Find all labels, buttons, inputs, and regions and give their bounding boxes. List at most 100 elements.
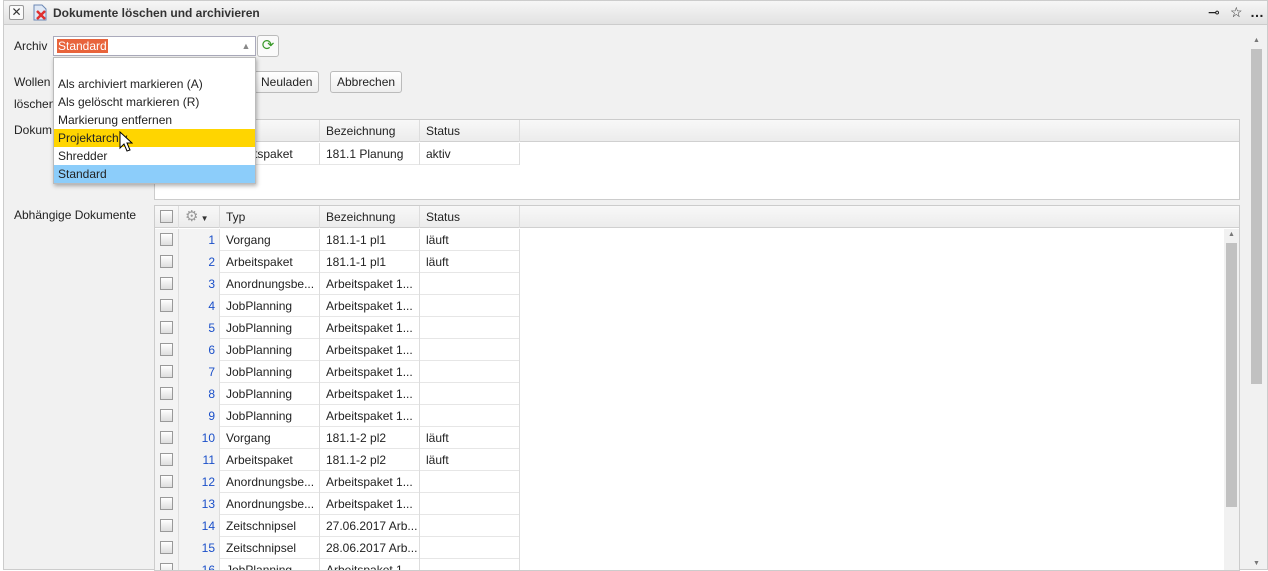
table-row[interactable]: 3 Anordnungsbe... Arbeitspaket 1...: [155, 273, 520, 295]
scroll-up-icon[interactable]: ▲: [1228, 231, 1235, 238]
table-row[interactable]: 1 Vorgang 181.1-1 pl1 läuft: [155, 229, 520, 251]
cell-typ: Anordnungsbe...: [220, 273, 320, 295]
header-bezeichnung[interactable]: Bezeichnung: [320, 120, 420, 142]
cancel-button[interactable]: Abbrechen: [330, 71, 403, 93]
dropdown-option[interactable]: Standard: [54, 165, 255, 183]
scrollbar-thumb[interactable]: [1226, 243, 1237, 507]
checkbox[interactable]: [160, 387, 173, 400]
archiv-value[interactable]: Standard: [57, 39, 108, 53]
checkbox[interactable]: [160, 343, 173, 356]
table-row[interactable]: 16 JobPlanning Arbeitspaket 1...: [155, 559, 520, 570]
dropdown-option[interactable]: Projektarchiv: [54, 129, 255, 147]
gear-icon: ⚙: [185, 208, 199, 225]
table-row[interactable]: 11 Arbeitspaket 181.1-2 pl2 läuft: [155, 449, 520, 471]
caret-down-icon: ▼: [198, 214, 209, 223]
table-row[interactable]: 2 Arbeitspaket 181.1-1 pl1 läuft: [155, 251, 520, 273]
cell-bezeichnung: Arbeitspaket 1...: [320, 383, 420, 405]
row-checkbox[interactable]: [155, 559, 179, 570]
row-checkbox[interactable]: [155, 383, 179, 405]
row-number: 7: [179, 361, 220, 383]
cell-status: [420, 405, 520, 427]
cell-status: läuft: [420, 449, 520, 471]
header-status[interactable]: Status: [420, 206, 520, 228]
cell-bezeichnung: 181.1-1 pl1: [320, 229, 420, 251]
header-typ[interactable]: Typ: [220, 206, 320, 228]
checkbox[interactable]: [160, 365, 173, 378]
checkbox[interactable]: [160, 299, 173, 312]
checkbox[interactable]: [160, 409, 173, 422]
star-icon[interactable]: ☆: [1230, 4, 1243, 21]
row-checkbox[interactable]: [155, 471, 179, 493]
row-checkbox[interactable]: [155, 251, 179, 273]
checkbox[interactable]: [160, 255, 173, 268]
cell-typ: Anordnungsbe...: [220, 493, 320, 515]
row-checkbox[interactable]: [155, 427, 179, 449]
header-status[interactable]: Status: [420, 120, 520, 142]
dropdown-option[interactable]: Markierung entfernen: [54, 111, 255, 129]
reload-button[interactable]: Neuladen: [254, 71, 320, 93]
column-settings-menu[interactable]: ⚙ ▼: [179, 206, 220, 228]
scrollbar-thumb[interactable]: [1251, 49, 1262, 384]
row-checkbox[interactable]: [155, 317, 179, 339]
row-checkbox[interactable]: [155, 493, 179, 515]
question-text-2: löschen: [14, 97, 56, 111]
table-row[interactable]: 10 Vorgang 181.1-2 pl2 läuft: [155, 427, 520, 449]
header-select-all[interactable]: [155, 206, 179, 228]
row-checkbox[interactable]: [155, 449, 179, 471]
checkbox[interactable]: [160, 431, 173, 444]
checkbox[interactable]: [160, 541, 173, 554]
archiv-combobox[interactable]: Standard ▲: [53, 36, 256, 56]
scroll-up-icon[interactable]: ▲: [1253, 37, 1260, 44]
header-bezeichnung[interactable]: Bezeichnung: [320, 206, 420, 228]
row-checkbox[interactable]: [155, 405, 179, 427]
checkbox[interactable]: [160, 453, 173, 466]
more-icon[interactable]: …: [1250, 4, 1264, 20]
checkbox[interactable]: [160, 321, 173, 334]
row-checkbox[interactable]: [155, 361, 179, 383]
close-button[interactable]: ✕: [9, 5, 24, 20]
table-row[interactable]: 12 Anordnungsbe... Arbeitspaket 1...: [155, 471, 520, 493]
table-row[interactable]: 6 JobPlanning Arbeitspaket 1...: [155, 339, 520, 361]
table-row[interactable]: 15 Zeitschnipsel 28.06.2017 Arb...: [155, 537, 520, 559]
table-row[interactable]: 8 JobPlanning Arbeitspaket 1...: [155, 383, 520, 405]
refresh-button[interactable]: ⟳: [257, 35, 279, 57]
table-row[interactable]: 9 JobPlanning Arbeitspaket 1...: [155, 405, 520, 427]
cell-status: [420, 471, 520, 493]
row-checkbox[interactable]: [155, 339, 179, 361]
table-row[interactable]: 4 JobPlanning Arbeitspaket 1...: [155, 295, 520, 317]
select-all-checkbox[interactable]: [160, 210, 173, 223]
row-number: 11: [179, 449, 220, 471]
table-row[interactable]: 13 Anordnungsbe... Arbeitspaket 1...: [155, 493, 520, 515]
dropdown-option[interactable]: Shredder: [54, 147, 255, 165]
row-checkbox[interactable]: [155, 295, 179, 317]
dropdown-option[interactable]: Als gelöscht markieren (R): [54, 93, 255, 111]
grid-header: Bezeichnung Status: [155, 120, 1239, 142]
cell-typ: Anordnungsbe...: [220, 471, 320, 493]
checkbox[interactable]: [160, 497, 173, 510]
cell-status: aktiv: [420, 143, 520, 165]
table-row[interactable]: 7 JobPlanning Arbeitspaket 1...: [155, 361, 520, 383]
row-checkbox[interactable]: [155, 515, 179, 537]
scroll-down-icon[interactable]: ▼: [1253, 560, 1260, 567]
table-row[interactable]: 14 Zeitschnipsel 27.06.2017 Arb...: [155, 515, 520, 537]
table-row[interactable]: 5 JobPlanning Arbeitspaket 1...: [155, 317, 520, 339]
checkbox[interactable]: [160, 519, 173, 532]
cell-status: [420, 361, 520, 383]
row-checkbox[interactable]: [155, 229, 179, 251]
cell-status: [420, 317, 520, 339]
grid-scrollbar[interactable]: ▲: [1224, 229, 1239, 570]
pin-icon[interactable]: ⊸: [1208, 4, 1220, 21]
row-checkbox[interactable]: [155, 273, 179, 295]
checkbox[interactable]: [160, 277, 173, 290]
checkbox[interactable]: [160, 233, 173, 246]
cell-typ: Arbeitspaket: [220, 251, 320, 273]
row-checkbox[interactable]: [155, 537, 179, 559]
page-scrollbar[interactable]: ▲ ▼: [1249, 35, 1264, 569]
cell-bezeichnung: Arbeitspaket 1...: [320, 559, 420, 570]
cell-typ: JobPlanning: [220, 405, 320, 427]
cell-status: läuft: [420, 251, 520, 273]
dropdown-option[interactable]: Als archiviert markieren (A): [54, 75, 255, 93]
archiv-label: Archiv: [14, 39, 48, 53]
checkbox[interactable]: [160, 475, 173, 488]
chevron-up-icon[interactable]: ▲: [237, 37, 255, 55]
